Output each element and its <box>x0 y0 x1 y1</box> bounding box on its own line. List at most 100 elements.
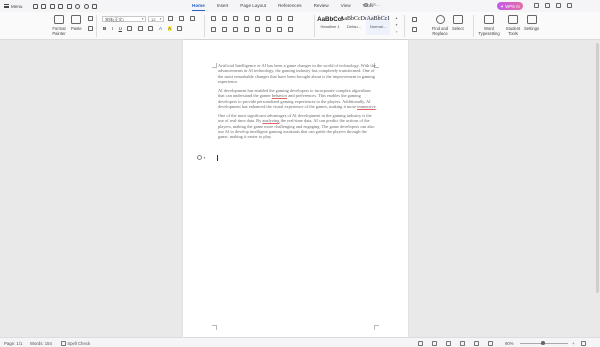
word-count[interactable]: Words: 154 <box>30 341 52 346</box>
justify-icon[interactable] <box>244 27 249 32</box>
share-icon[interactable] <box>534 3 539 8</box>
borders-icon[interactable] <box>288 16 293 21</box>
format-painter-label: Format Painter <box>52 26 66 36</box>
vertical-scrollbar[interactable] <box>594 40 600 337</box>
paragraph-handle[interactable]: ▾ <box>197 155 205 160</box>
settings-button[interactable]: Settings <box>524 15 539 31</box>
zoom-level[interactable]: 90% <box>505 341 514 346</box>
style-default[interactable]: AaBbCcDd Defau... <box>340 15 368 35</box>
redo-icon[interactable] <box>83 3 89 9</box>
increase-indent-icon[interactable] <box>244 16 249 21</box>
print-icon[interactable] <box>58 3 63 9</box>
shading-icon[interactable] <box>277 27 282 32</box>
collapse-ribbon-icon[interactable] <box>567 3 572 8</box>
highlight-icon[interactable]: A <box>167 26 172 31</box>
print-preview-icon[interactable] <box>66 3 72 9</box>
font-size-tools <box>168 16 195 21</box>
line-spacing-icon[interactable] <box>266 27 271 32</box>
zoom-slider-handle[interactable] <box>541 341 545 345</box>
fit-page-icon[interactable] <box>581 341 586 346</box>
outline-view-icon[interactable] <box>446 341 451 346</box>
open-folder-icon[interactable] <box>41 3 46 9</box>
comment-icon[interactable] <box>545 3 550 8</box>
tab-home[interactable]: Home <box>186 0 211 12</box>
style-normal[interactable]: AaBbCcI Normal... <box>366 15 390 35</box>
tab-page-layout[interactable]: Page Layout <box>234 0 272 12</box>
paste-button[interactable]: Paste <box>71 15 82 31</box>
font-name-select[interactable]: 宋体(正文) ▾ <box>102 16 146 22</box>
new-document-icon[interactable] <box>32 3 38 9</box>
copy-icon[interactable] <box>88 26 93 31</box>
document-body[interactable]: Artificial Intelligence or AI has been a… <box>218 63 378 143</box>
undo-icon[interactable] <box>75 3 80 9</box>
paragraph[interactable]: AI development has enabled the gaming de… <box>218 88 378 109</box>
align-left-icon[interactable] <box>211 27 216 32</box>
paragraph[interactable]: Artificial Intelligence or AI has been a… <box>218 63 378 84</box>
expand-styles-icon[interactable]: ▿ <box>396 30 398 34</box>
text-tools-icon[interactable] <box>412 27 417 32</box>
paragraph-border-icon[interactable] <box>288 27 293 32</box>
read-mode-icon[interactable] <box>460 341 465 346</box>
menu-button[interactable]: Menu <box>0 0 27 12</box>
numbering-icon[interactable] <box>222 16 227 21</box>
eye-protection-icon[interactable] <box>488 341 493 346</box>
zoom-in-button[interactable]: + <box>572 341 575 346</box>
web-view-icon[interactable] <box>474 341 479 346</box>
paragraph-menu-icon <box>197 155 202 160</box>
bold-button[interactable]: B <box>103 26 106 31</box>
cut-icon[interactable] <box>88 16 93 21</box>
margin-corner-mark <box>374 325 379 330</box>
align-right-icon[interactable] <box>233 27 238 32</box>
subscript-icon[interactable] <box>148 26 154 31</box>
search-box[interactable]: Fin... <box>364 2 380 7</box>
distribute-icon[interactable] <box>255 27 260 32</box>
tab-insert[interactable]: Insert <box>211 0 235 12</box>
track-changes-icon[interactable] <box>418 341 423 346</box>
italic-button[interactable]: I <box>112 26 113 31</box>
underline-button[interactable]: U <box>119 26 122 31</box>
sort-icon[interactable] <box>266 16 271 21</box>
save-icon[interactable] <box>49 3 55 9</box>
font-size-select[interactable]: 12 ▾ <box>148 16 164 22</box>
styles-scroll[interactable]: ▴ ▾ ▿ <box>394 16 399 34</box>
font-size-value: 12 <box>151 17 156 22</box>
style-name: Normal... <box>369 24 387 29</box>
bullets-icon[interactable] <box>211 16 216 21</box>
more-options-icon[interactable] <box>556 3 561 8</box>
superscript-icon[interactable] <box>137 26 143 31</box>
ribbon-divider <box>314 15 315 37</box>
top-right-icons <box>534 3 572 8</box>
clear-format-icon[interactable] <box>190 16 195 21</box>
char-shading-icon[interactable] <box>177 26 183 31</box>
page-indicator[interactable]: Page: 1/1 <box>4 341 22 346</box>
show-marks-icon[interactable] <box>277 16 282 21</box>
text-direction-icon[interactable] <box>412 17 417 22</box>
style-headline-1[interactable]: AaBbCcI Headline 1 <box>317 15 343 35</box>
page-view-icon[interactable] <box>432 341 437 346</box>
spell-check-button[interactable]: Spell Check <box>61 341 90 346</box>
word-typesetting-button[interactable]: Word Typesetting <box>477 15 501 36</box>
select-button[interactable]: Select <box>452 15 464 31</box>
tab-review[interactable]: Review <box>308 0 335 12</box>
chinese-layout-icon[interactable] <box>255 16 260 21</box>
increase-font-icon[interactable] <box>168 16 173 21</box>
font-color-icon[interactable]: A <box>159 26 162 31</box>
format-painter-button[interactable]: Format Painter <box>48 15 70 36</box>
student-tools-button[interactable]: Student Tools <box>503 15 523 36</box>
customize-toolbar-icon[interactable] <box>92 3 97 9</box>
scrollbar-thumb[interactable] <box>595 43 599 293</box>
strikethrough-icon[interactable] <box>127 26 133 31</box>
chevron-down-icon[interactable]: ▾ <box>396 23 398 27</box>
word-typesetting-label: Word Typesetting <box>478 26 500 36</box>
chevron-up-icon[interactable]: ▴ <box>396 16 398 20</box>
tab-references[interactable]: References <box>272 0 308 12</box>
find-replace-button[interactable]: Find and Replace <box>428 15 452 36</box>
margin-corner-mark <box>212 325 217 330</box>
tab-view[interactable]: View <box>335 0 357 12</box>
wps-ai-button[interactable]: ✦ WPS AI <box>497 2 523 10</box>
align-center-icon[interactable] <box>222 27 227 32</box>
paragraph[interactable]: One of the most significant advantages o… <box>218 113 378 139</box>
decrease-font-icon[interactable] <box>179 16 184 21</box>
decrease-indent-icon[interactable] <box>233 16 238 21</box>
document-page[interactable]: Artificial Intelligence or AI has been a… <box>183 40 408 337</box>
